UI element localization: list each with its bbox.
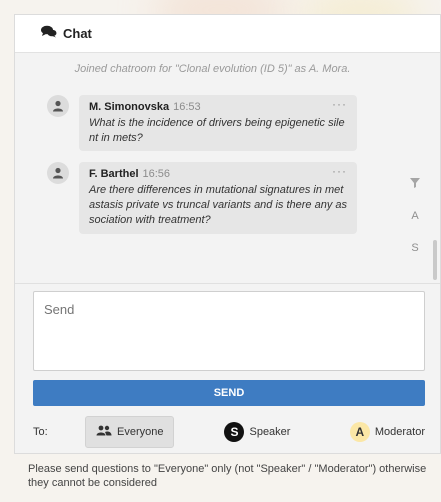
speaker-label: Speaker bbox=[249, 426, 291, 438]
message-text: What is the incidence of drivers being e… bbox=[89, 117, 345, 144]
to-label: To: bbox=[33, 426, 48, 438]
message-bubble: F. Barthel 16:56 Are there differences in… bbox=[79, 162, 357, 234]
message-time: 16:56 bbox=[142, 168, 171, 180]
moderator-badge: A bbox=[349, 422, 370, 442]
scrollbar[interactable] bbox=[433, 240, 437, 280]
chat-message: M. Simonovska 16:53 What is the incidence… bbox=[47, 95, 357, 151]
everyone-button[interactable]: Everyone bbox=[85, 416, 175, 448]
chat-bubbles-icon bbox=[41, 25, 57, 43]
user-avatar-icon bbox=[47, 95, 69, 117]
side-tool-s[interactable]: S bbox=[407, 242, 423, 274]
instruction-note: Please send questions to "Everyone" only… bbox=[28, 463, 427, 489]
message-author: M. Simonovska bbox=[89, 101, 170, 113]
message-author: F. Barthel bbox=[89, 168, 139, 180]
moderator-label: Moderator bbox=[374, 426, 425, 438]
more-options-icon[interactable]: ··· bbox=[332, 164, 347, 179]
more-options-icon[interactable]: ··· bbox=[332, 97, 347, 112]
message-bubble: M. Simonovska 16:53 What is the incidence… bbox=[79, 95, 357, 151]
speaker-option[interactable]: S Speaker bbox=[224, 422, 290, 442]
chat-header: Chat bbox=[15, 15, 440, 53]
chat-title: Chat bbox=[63, 26, 92, 41]
users-icon bbox=[96, 425, 112, 439]
divider bbox=[15, 283, 440, 284]
side-tool-a[interactable]: A bbox=[407, 210, 423, 242]
message-text: Are there differences in mutational sign… bbox=[89, 184, 348, 226]
chat-message: F. Barthel 16:56 Are there differences in… bbox=[47, 162, 357, 234]
message-input[interactable] bbox=[33, 291, 425, 371]
message-time: 16:53 bbox=[173, 101, 201, 113]
send-button[interactable]: SEND bbox=[33, 380, 425, 406]
recipient-row: To: Everyone S Speaker A Moderator bbox=[33, 416, 425, 448]
side-tools: A S bbox=[407, 178, 423, 274]
system-message: Joined chatroom for "Clonal evolution (I… bbox=[74, 63, 351, 75]
user-avatar-icon bbox=[47, 162, 69, 184]
chat-panel: Chat Joined chatroom for "Clonal evoluti… bbox=[14, 14, 441, 454]
speaker-badge: S bbox=[224, 422, 245, 442]
everyone-label: Everyone bbox=[117, 426, 164, 438]
moderator-option[interactable]: A Moderator bbox=[349, 422, 425, 442]
filter-icon[interactable] bbox=[407, 178, 423, 210]
